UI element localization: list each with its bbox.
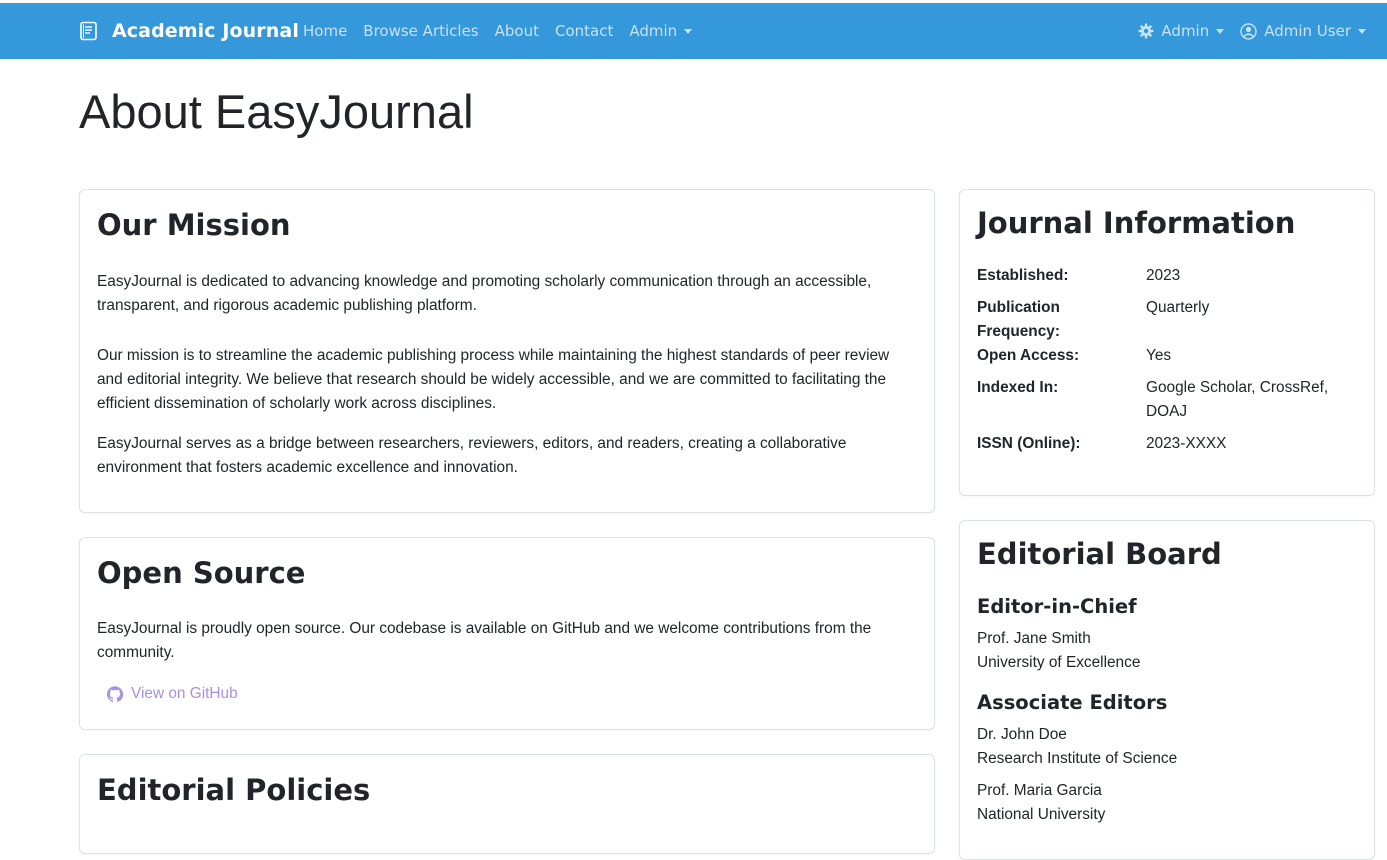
editor-name: Prof. Jane Smith [977,630,1091,647]
info-value: 2023-XXXX [1146,435,1227,452]
info-value: Quarterly [1146,299,1210,316]
user-circle-icon [1240,22,1257,40]
open-source-text: EasyJournal is proudly open source. Our … [97,620,872,661]
gear-icon [1138,23,1154,39]
mission-lead: EasyJournal is dedicated to advancing kn… [97,273,872,314]
associate-editors-heading: Associate Editors [977,691,1168,714]
chevron-down-icon [1358,28,1366,34]
info-label: Indexed In: [977,379,1059,396]
open-source-heading: Open Source [97,556,306,590]
mission-paragraph-2: EasyJournal serves as a bridge between r… [97,435,847,476]
nav-right: Admin Admin User [1122,3,1366,59]
top-navbar: Academic Journal Home Browse Articles Ab… [0,3,1387,59]
brand-name: Academic Journal [112,20,299,42]
nav-home[interactable]: Home [303,22,347,40]
info-value: Yes [1146,347,1172,364]
journal-info-heading: Journal Information [977,206,1296,240]
info-label: Publication Frequency: [977,299,1060,340]
editor-name: Prof. Maria Garcia [977,782,1102,799]
navbar-brand[interactable]: Academic Journal [79,3,299,59]
github-link[interactable]: View on GitHub [107,685,238,703]
editorial-policies-heading: Editorial Policies [97,773,371,807]
nav-admin-dropdown[interactable]: Admin [629,22,693,40]
info-label: Open Access: [977,347,1080,364]
nav-admin-label: Admin [629,22,678,40]
info-value: 2023 [1146,267,1181,284]
github-link-label: View on GitHub [131,685,238,702]
page-title: About EasyJournal [79,85,474,138]
editorial-board-heading: Editorial Board [977,537,1222,571]
journal-icon [80,21,97,41]
editor-affiliation: Research Institute of Science [977,750,1178,767]
editor-name: Dr. John Doe [977,726,1067,743]
editorial-policies-card: Editorial Policies [79,754,935,854]
editor-affiliation: University of Excellence [977,654,1141,671]
info-label: ISSN (Online): [977,435,1081,452]
editor-affiliation: National University [977,806,1106,823]
journal-info-card: Journal Information Established: 2023 Pu… [959,189,1375,496]
user-menu-dropdown[interactable]: Admin User [1240,22,1366,40]
editorial-board-card: Editorial Board Editor-in-Chief Prof. Ja… [959,520,1375,860]
mission-paragraph-1: Our mission is to streamline the academi… [97,347,890,412]
nav-browse-articles[interactable]: Browse Articles [363,22,478,40]
editor-in-chief-heading: Editor-in-Chief [977,595,1137,618]
user-menu-label: Admin User [1264,22,1351,40]
mission-heading: Our Mission [97,208,291,242]
info-label: Established: [977,267,1069,284]
chevron-down-icon [1216,28,1225,34]
admin-settings-dropdown[interactable]: Admin [1138,22,1225,40]
nav-contact[interactable]: Contact [555,22,613,40]
nav-about[interactable]: About [495,22,539,40]
main-nav: Home Browse Articles About Contact Admin [303,3,708,59]
open-source-card: Open Source EasyJournal is proudly open … [79,537,935,730]
mission-card: Our Mission EasyJournal is dedicated to … [79,189,935,513]
chevron-down-icon [684,29,693,34]
github-icon [107,686,123,702]
admin-settings-label: Admin [1161,22,1210,40]
info-value: Google Scholar, CrossRef, DOAJ [1146,379,1329,420]
